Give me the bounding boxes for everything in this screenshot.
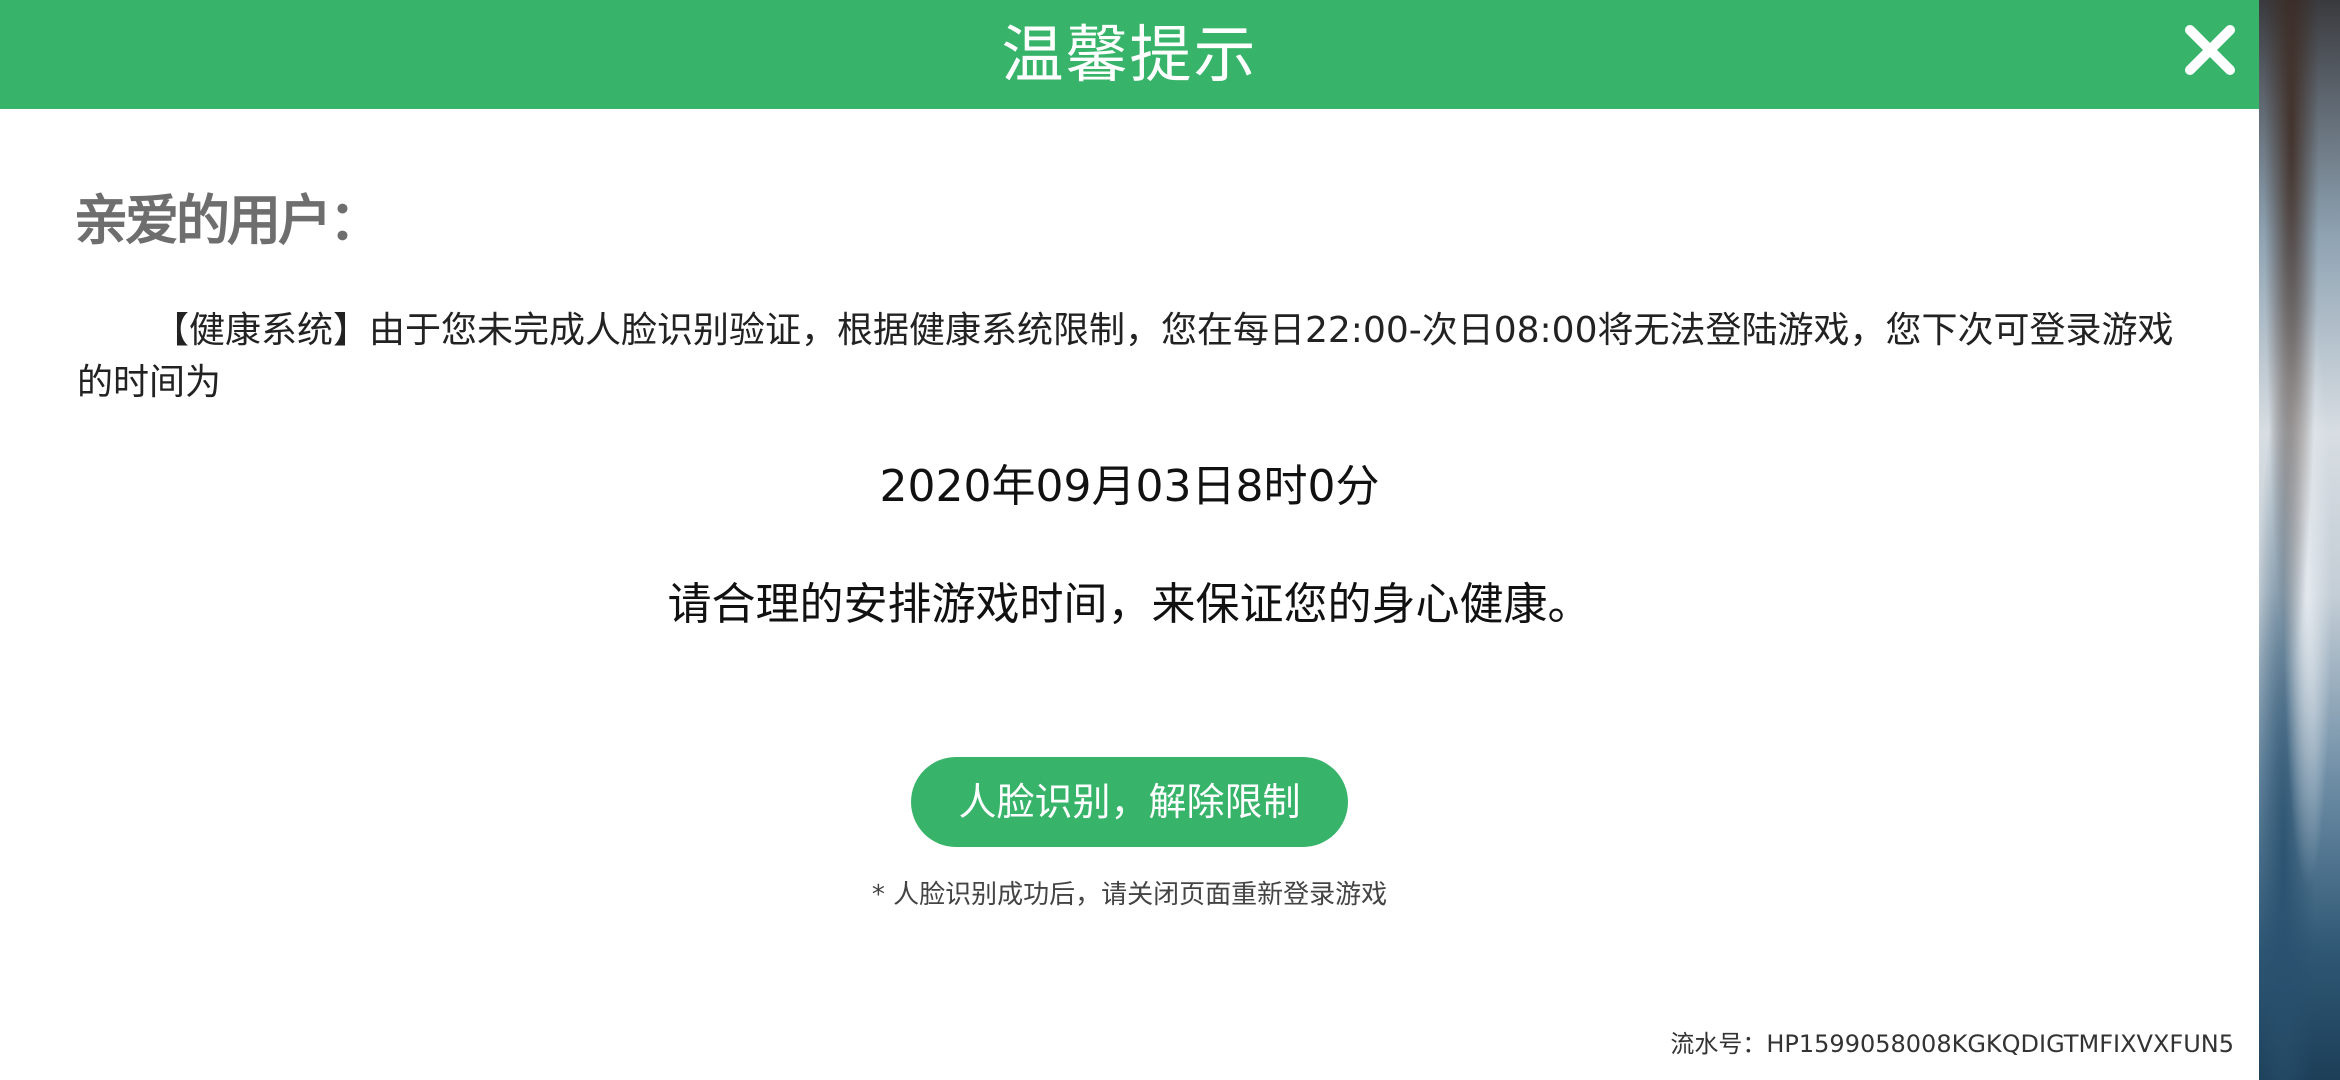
face-verify-button[interactable]: 人脸识别，解除限制 — [911, 757, 1348, 847]
game-background — [2259, 0, 2340, 1080]
dialog-header: 温馨提示 — [0, 0, 2259, 109]
serial-number: 流水号：HP1599058008KGKQDIGTMFIXVXFUN5 — [1670, 1030, 2234, 1058]
dialog-title: 温馨提示 — [1001, 18, 1258, 91]
close-icon — [2185, 25, 2235, 75]
health-advice: 请合理的安排游戏时间，来保证您的身心健康。 — [667, 579, 1592, 630]
next-login-time: 2020年09月03日8时0分 — [879, 461, 1380, 512]
verify-note: * 人脸识别成功后，请关闭页面重新登录游戏 — [871, 880, 1388, 910]
close-button[interactable] — [2180, 20, 2240, 80]
greeting-heading: 亲爱的用户： — [74, 189, 383, 252]
health-notice-dialog: 温馨提示 亲爱的用户： 【健康系统】由于您未完成人脸识别验证，根据健康系统限制，… — [0, 0, 2259, 1080]
restriction-message: 【健康系统】由于您未完成人脸识别验证，根据健康系统限制，您在每日22:00-次日… — [77, 310, 2174, 403]
